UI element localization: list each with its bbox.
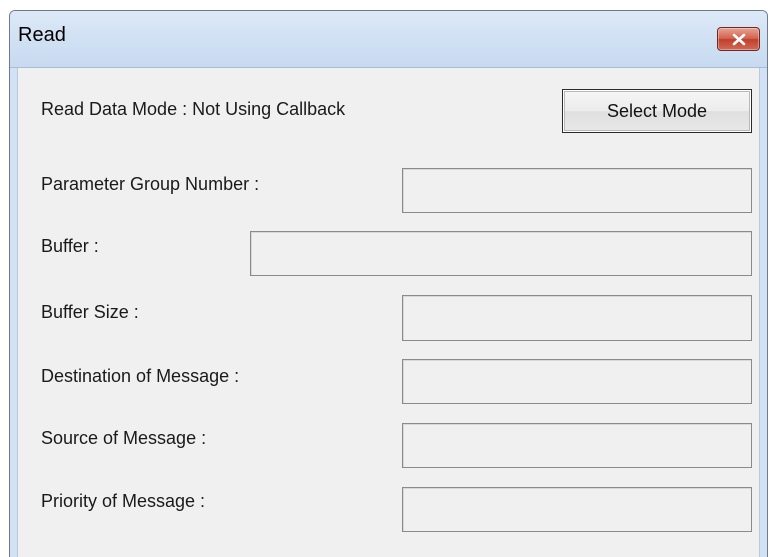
read-data-mode-label: Read Data Mode : Not Using Callback [41, 99, 346, 119]
priority-label: Priority of Message : [41, 491, 206, 511]
pgn-field[interactable] [402, 168, 752, 213]
close-icon [732, 33, 746, 46]
close-button[interactable] [717, 27, 760, 51]
destination-label: Destination of Message : [41, 366, 240, 386]
window-frame-right [759, 68, 767, 557]
priority-field[interactable] [402, 487, 752, 532]
window-frame-left [10, 68, 18, 557]
destination-field[interactable] [402, 359, 752, 404]
buffer-label: Buffer : [41, 236, 99, 256]
buffer-field[interactable] [250, 231, 752, 276]
window-title: Read [18, 24, 66, 46]
buffer-size-field[interactable] [402, 295, 752, 341]
title-bar[interactable]: Read [10, 11, 767, 68]
read-dialog: Read Read Data Mode : Not Using Callback… [9, 10, 768, 557]
select-mode-button[interactable]: Select Mode [562, 89, 752, 133]
pgn-label: Parameter Group Number : [41, 174, 260, 194]
source-field[interactable] [402, 423, 752, 468]
buffer-size-label: Buffer Size : [41, 302, 139, 322]
source-label: Source of Message : [41, 428, 207, 448]
